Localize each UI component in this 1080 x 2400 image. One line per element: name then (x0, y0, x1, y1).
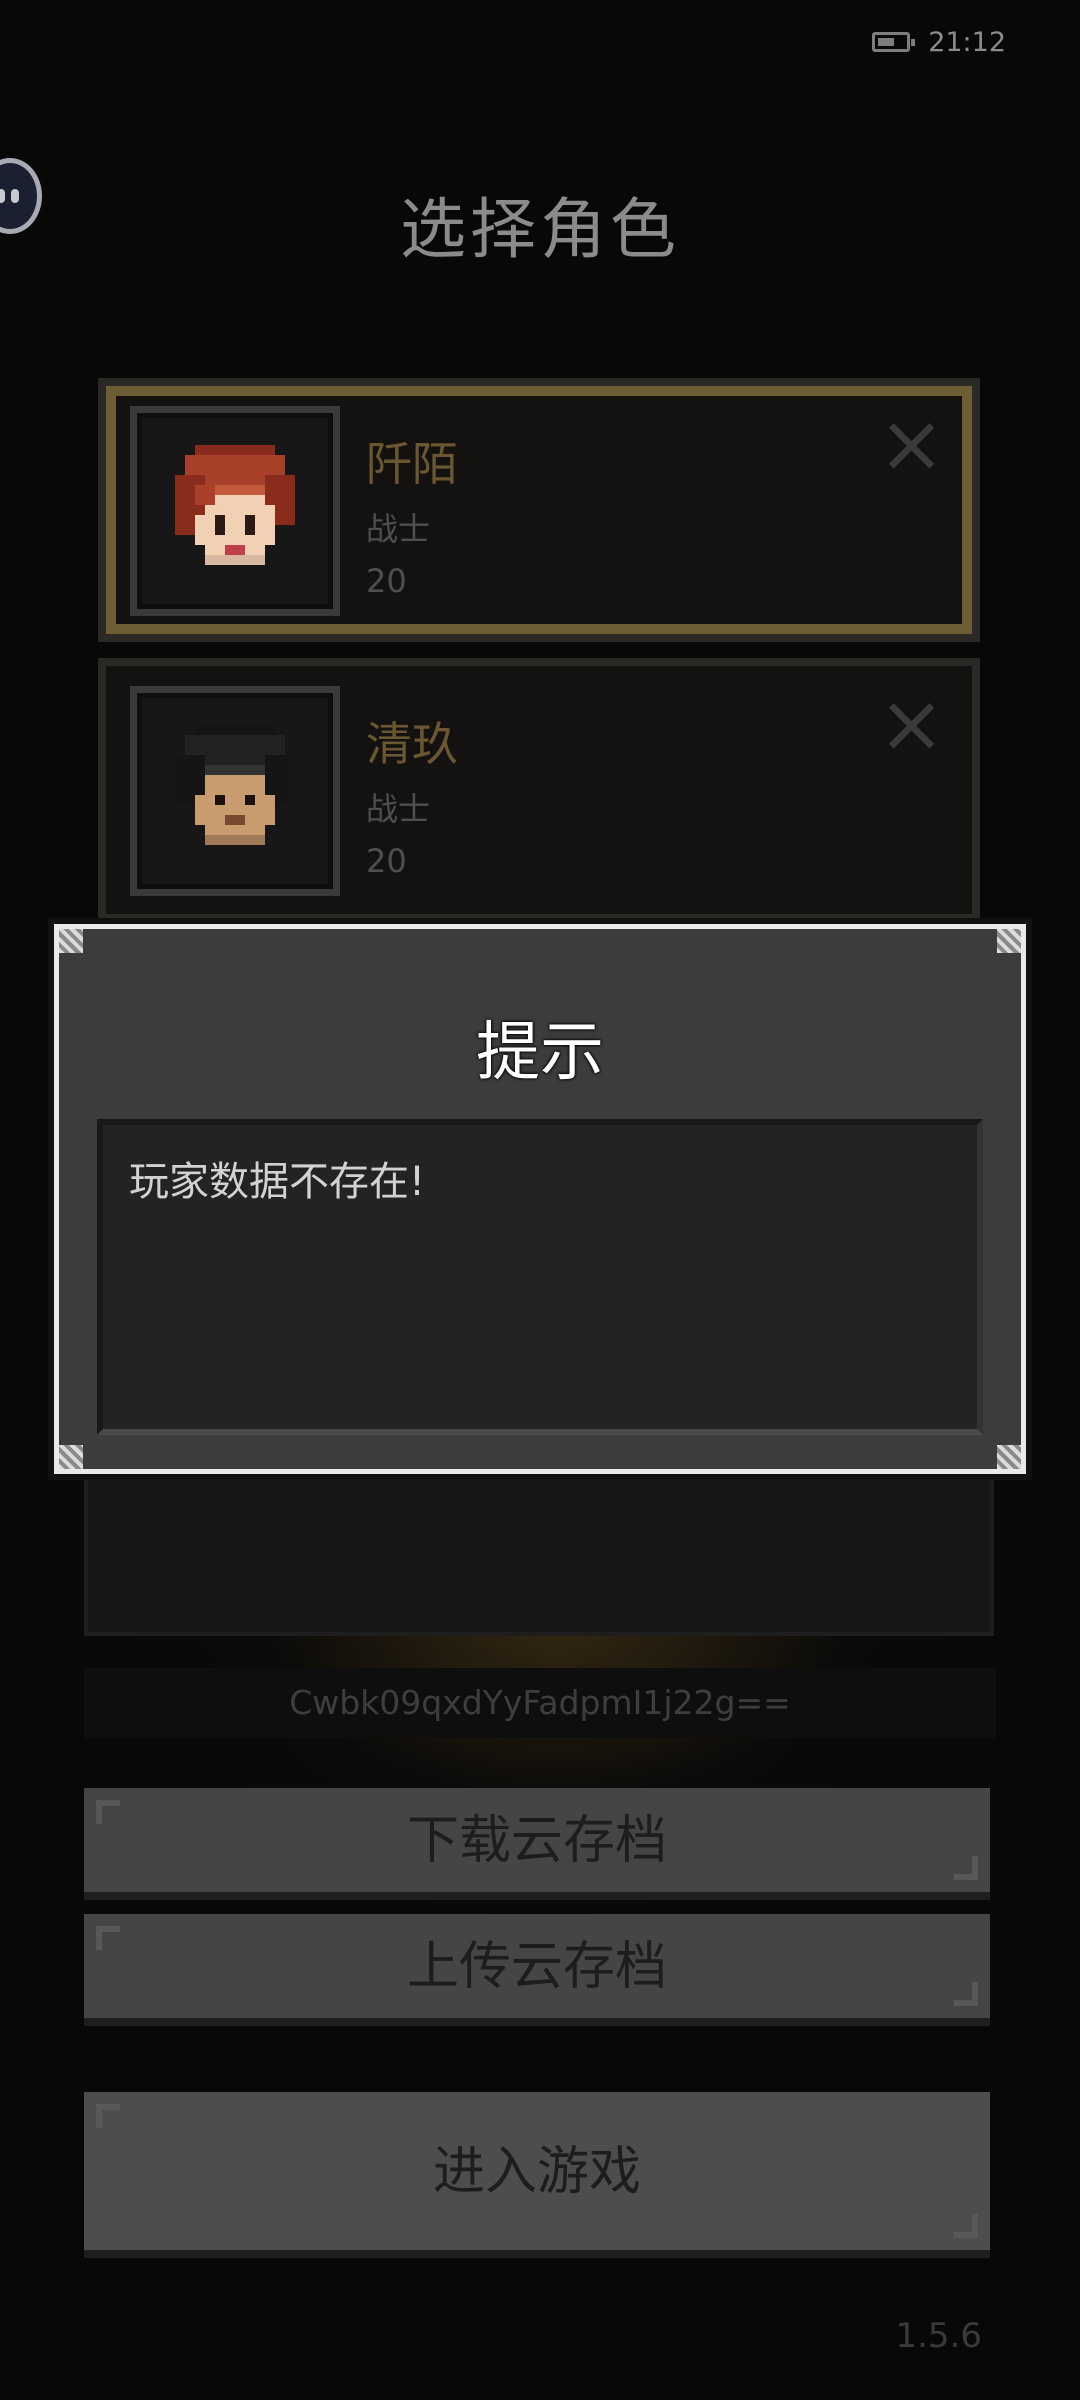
character-portrait (130, 406, 340, 616)
upload-cloud-save-button[interactable]: 上传云存档 (84, 1914, 990, 2018)
button-label: 下载云存档 (406, 1812, 667, 1870)
alert-dialog[interactable]: 提示 玩家数据不存在! (54, 924, 1026, 1474)
status-time: 21:12 (928, 26, 1006, 58)
button-label: 上传云存档 (406, 1938, 667, 1996)
character-class: 战士 (366, 790, 431, 828)
dialog-message-box: 玩家数据不存在! (97, 1119, 983, 1435)
account-id: Cwbk09qxdYyFadpmI1j22g== (84, 1668, 996, 1738)
corner-ornament (59, 1445, 83, 1469)
status-bar: 21:12 (872, 20, 1006, 64)
delete-character-icon[interactable]: × (878, 684, 945, 764)
warrior-black-hair-icon (175, 725, 295, 845)
character-card-2[interactable]: 清玖 战士 20 × (98, 658, 980, 922)
character-level: 20 (366, 562, 407, 600)
version-label: 1.5.6 (895, 2316, 982, 2356)
character-card-1[interactable]: 阡陌 战士 20 × (98, 378, 980, 642)
enter-game-button[interactable]: 进入游戏 (84, 2092, 990, 2250)
dialog-message: 玩家数据不存在! (129, 1159, 426, 1205)
warrior-red-hair-icon (175, 445, 295, 565)
battery-icon (872, 32, 916, 52)
delete-character-icon[interactable]: × (878, 404, 945, 484)
page-title: 选择角色 (400, 191, 680, 268)
corner-ornament (997, 929, 1021, 953)
character-class: 战士 (366, 510, 431, 548)
game-screen: 21:12 选择角色 阡陌 战士 20 × 清玖 战士 20 × Cwbk09q… (0, 0, 1080, 2400)
character-slot-empty[interactable] (84, 1476, 994, 1636)
character-level: 20 (366, 842, 407, 880)
dialog-title: 提示 (476, 1016, 604, 1090)
corner-ornament (997, 1445, 1021, 1469)
download-cloud-save-button[interactable]: 下载云存档 (84, 1788, 990, 1892)
corner-ornament (59, 929, 83, 953)
character-name: 清玖 (366, 717, 458, 771)
button-label: 进入游戏 (432, 2143, 641, 2201)
character-name: 阡陌 (366, 437, 458, 491)
character-portrait (130, 686, 340, 896)
